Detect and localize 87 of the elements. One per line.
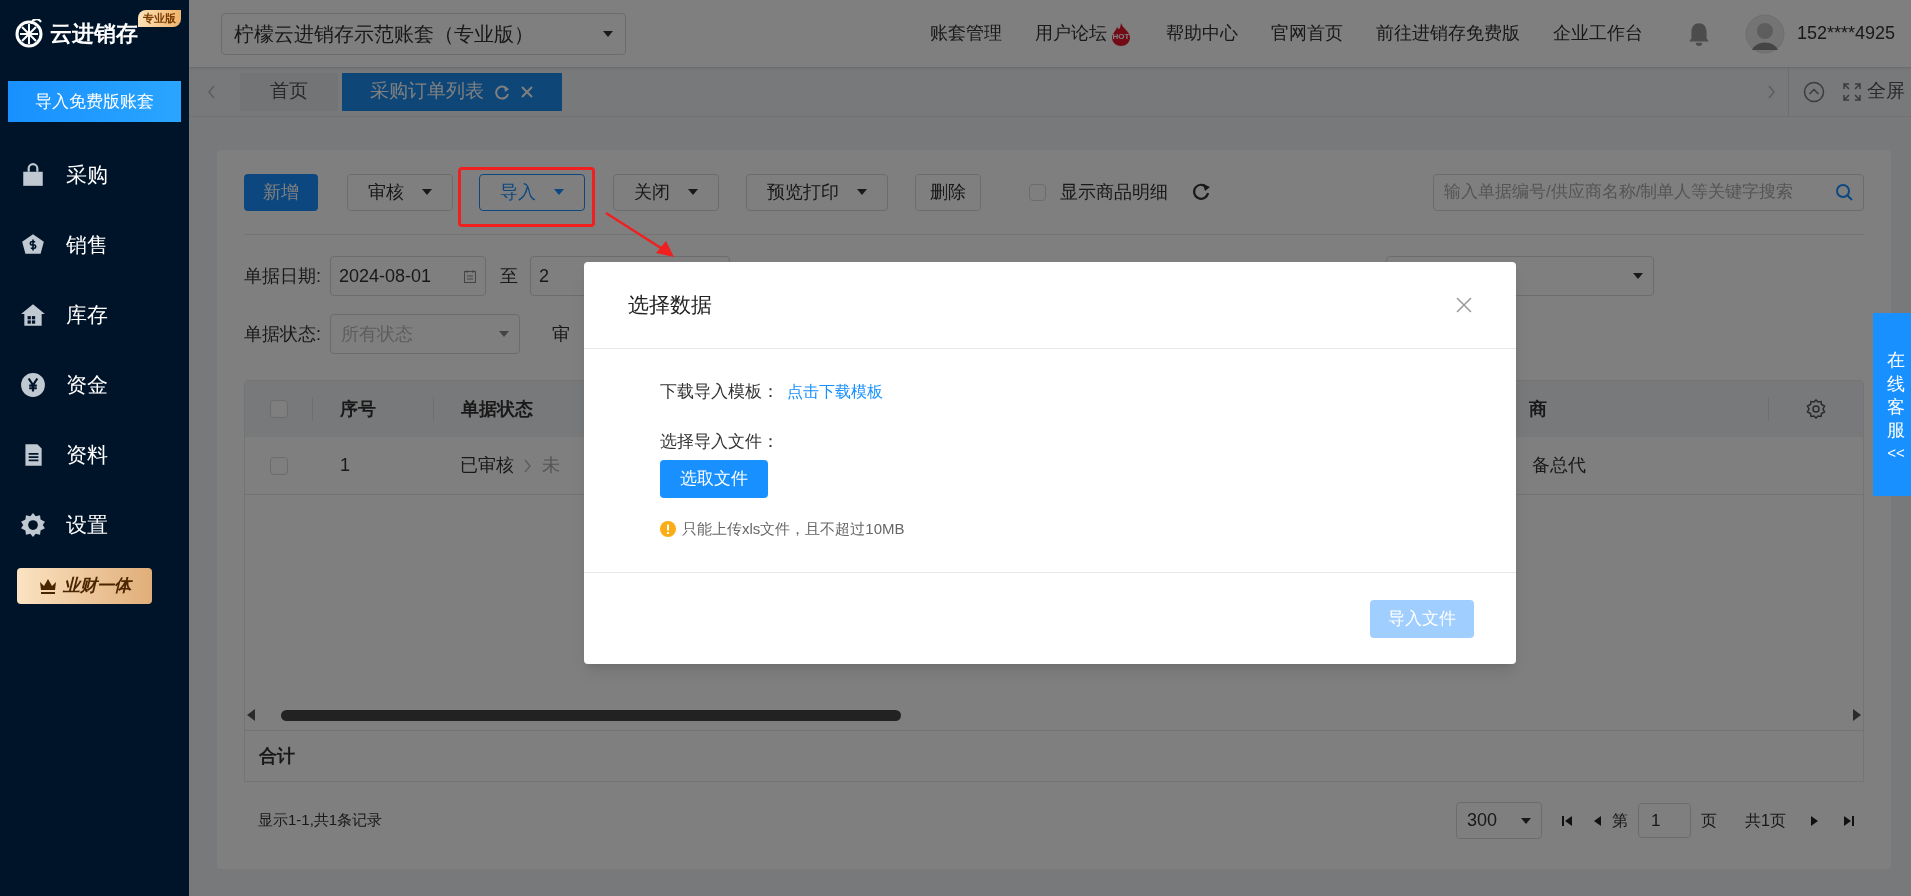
user-phone[interactable]: 152****4925 (1796, 20, 1895, 47)
scroll-right-icon[interactable] (1767, 84, 1776, 99)
first-page-icon[interactable] (1562, 814, 1574, 827)
caret-icon (688, 189, 698, 195)
bag-icon (20, 162, 46, 188)
record-summary: 显示1-1,共1条记录 (258, 810, 383, 831)
settings-icon (20, 512, 46, 538)
column-header: 序号 (312, 397, 433, 421)
last-page-icon[interactable] (1843, 814, 1854, 827)
table-cell-text: 备总代 (1531, 454, 1586, 477)
header-link[interactable]: 前往进销存免费版 (1375, 20, 1520, 47)
refresh-icon[interactable] (1192, 182, 1212, 202)
calendar-icon (463, 268, 477, 284)
toolbar-button[interactable]: 导入 (479, 173, 585, 211)
caret-icon (857, 189, 867, 195)
promo-badge[interactable]: 业财一体 (17, 568, 152, 604)
account-select[interactable]: 柠檬云进销存示范账套（专业版） (221, 12, 626, 55)
sidebar-item[interactable]: 销售 (0, 210, 189, 280)
yen-icon (20, 372, 46, 398)
crown-icon (38, 578, 57, 594)
import-free-account-button[interactable]: 导入免费版账套 (8, 81, 181, 122)
table-cell-text: 已审核 (460, 454, 514, 477)
field-label: 选择导入文件： (660, 430, 780, 453)
scroll-left-icon[interactable] (207, 84, 216, 99)
field-label: 下载导入模板： (660, 381, 779, 403)
avatar-icon[interactable] (1744, 13, 1785, 54)
fullscreen-button[interactable]: 全屏 (1843, 77, 1905, 106)
page-label: 第 (1612, 810, 1629, 831)
header-link[interactable]: 用户论坛 HOT (1034, 20, 1133, 47)
sidebar-item[interactable]: 资金 (0, 350, 189, 420)
dialog-title: 选择数据 (628, 292, 712, 319)
refresh-icon[interactable] (494, 83, 510, 100)
house-icon (20, 302, 46, 328)
caret-icon (554, 189, 564, 195)
toolbar-button[interactable]: 关闭 (613, 173, 719, 211)
column-header: 商 (1528, 397, 1548, 421)
tab[interactable]: 采购订单列表 (342, 72, 562, 111)
date-field[interactable]: 2024-08-01 (330, 256, 486, 296)
search-icon[interactable] (1835, 183, 1853, 201)
promo-text: 业财一体 (62, 575, 131, 598)
tab[interactable]: 首页 (240, 72, 338, 111)
total-label: 合计 (259, 744, 295, 768)
logo-icon (14, 18, 44, 49)
next-page-icon[interactable] (1810, 814, 1819, 827)
page-unit: 页 (1701, 810, 1718, 831)
choose-file-button[interactable]: 选取文件 (660, 460, 768, 498)
page-input[interactable]: 1 (1638, 803, 1692, 838)
download-template-link[interactable]: 点击下载模板 (787, 379, 883, 404)
header-link[interactable]: 帮助中心 (1165, 20, 1238, 47)
sidebar-item[interactable]: 设置 (0, 490, 189, 560)
hot-label: HOT (1112, 32, 1130, 41)
checkbox-label: 显示商品明细 (1060, 180, 1168, 204)
annotation-arrow (604, 210, 676, 260)
previous-page-icon[interactable] (1593, 814, 1603, 827)
range-separator: 至 (500, 264, 518, 288)
sidebar-item[interactable]: 采购 (0, 140, 189, 210)
toolbar-button[interactable]: 审核 (347, 173, 453, 211)
toolbar-button[interactable]: 预览打印 (746, 173, 888, 211)
field-label: 审 (552, 322, 570, 346)
header-link[interactable]: 官网首页 (1270, 20, 1343, 47)
logo-text: 云进销存 (50, 20, 138, 48)
horizontal-scrollbar[interactable] (245, 706, 1863, 724)
header-link[interactable]: 账套管理 (929, 20, 1002, 47)
upload-hint: 只能上传xls文件，且不超过10MB (682, 519, 905, 539)
settings-icon[interactable] (1806, 399, 1826, 419)
sidebar-item[interactable]: 库存 (0, 280, 189, 350)
caret-icon (422, 189, 432, 195)
expand-icon (1843, 82, 1861, 101)
header-link[interactable]: 企业工作台 (1552, 20, 1643, 47)
sidebar-item[interactable]: 资料 (0, 420, 189, 490)
online-service-button[interactable]: 在线客服 << (1873, 313, 1911, 496)
collapse-icon[interactable] (1803, 80, 1825, 103)
caret-icon (1633, 273, 1643, 279)
warning-icon (660, 521, 676, 538)
table-cell-text: 1 (339, 454, 351, 477)
field-label: 单据状态: (244, 322, 322, 346)
close-icon[interactable] (1456, 297, 1472, 313)
caret-icon (1521, 817, 1532, 824)
total-pages: 共1页 (1745, 810, 1786, 831)
caret-icon (499, 331, 509, 337)
page-size-select[interactable]: 300 (1456, 802, 1543, 839)
edition-badge: 专业版 (138, 10, 181, 27)
toolbar-button[interactable]: 删除 (915, 173, 981, 211)
toolbar-button[interactable]: 新增 (244, 173, 318, 211)
field-label: 单据日期: (244, 264, 322, 288)
chevron-icon (524, 458, 532, 473)
caret-icon (603, 30, 613, 37)
